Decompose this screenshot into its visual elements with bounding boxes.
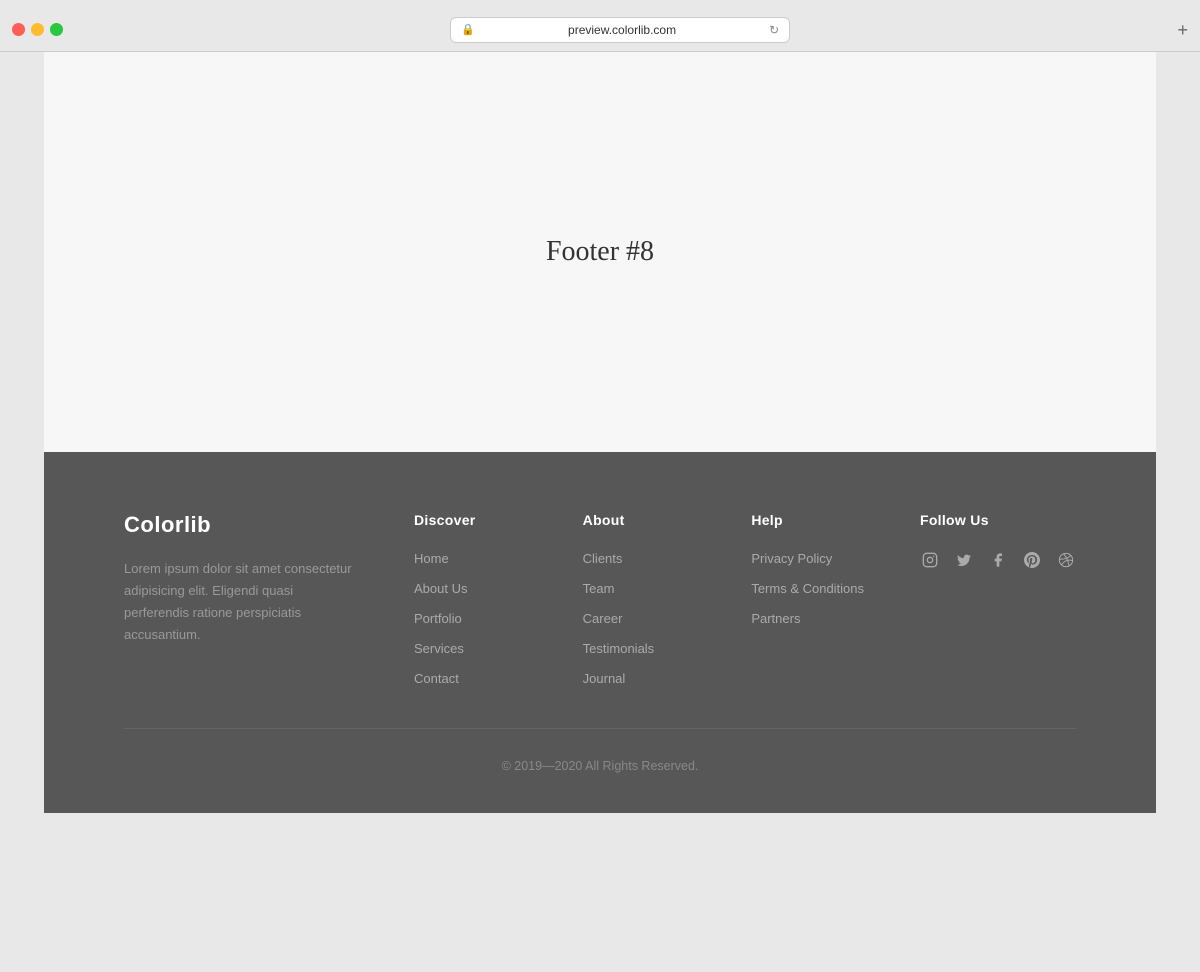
pinterest-icon[interactable] bbox=[1022, 550, 1042, 570]
link-home[interactable]: Home bbox=[414, 551, 449, 566]
list-item: Partners bbox=[751, 610, 871, 628]
dribbble-icon[interactable] bbox=[1056, 550, 1076, 570]
copyright-text: © 2019—2020 All Rights Reserved. bbox=[124, 759, 1076, 773]
traffic-lights bbox=[12, 23, 63, 36]
browser-chrome: 🔒 preview.colorlib.com ↻ + bbox=[0, 0, 1200, 52]
new-tab-button[interactable]: + bbox=[1177, 21, 1188, 39]
footer-col-help: Help Privacy Policy Terms & Conditions P… bbox=[751, 512, 871, 688]
instagram-icon[interactable] bbox=[920, 550, 940, 570]
list-item: Team bbox=[583, 580, 703, 598]
footer: Colorlib Lorem ipsum dolor sit amet cons… bbox=[44, 452, 1156, 813]
twitter-icon[interactable] bbox=[954, 550, 974, 570]
fullscreen-button[interactable] bbox=[50, 23, 63, 36]
page-main: Footer #8 bbox=[44, 52, 1156, 452]
link-clients[interactable]: Clients bbox=[583, 551, 623, 566]
about-title: About bbox=[583, 512, 703, 528]
link-services[interactable]: Services bbox=[414, 641, 464, 656]
brand-name: Colorlib bbox=[124, 512, 354, 538]
list-item: Privacy Policy bbox=[751, 550, 871, 568]
lock-icon: 🔒 bbox=[461, 23, 475, 36]
link-portfolio[interactable]: Portfolio bbox=[414, 611, 462, 626]
discover-links: Home About Us Portfolio Services Contact bbox=[414, 550, 534, 688]
browser-content: Footer #8 Colorlib Lorem ipsum dolor sit… bbox=[44, 52, 1156, 813]
footer-columns: Discover Home About Us Portfolio Service… bbox=[414, 512, 1076, 688]
list-item: Contact bbox=[414, 670, 534, 688]
list-item: Testimonials bbox=[583, 640, 703, 658]
follow-title: Follow Us bbox=[920, 512, 1076, 528]
list-item: Career bbox=[583, 610, 703, 628]
brand-description: Lorem ipsum dolor sit amet consectetur a… bbox=[124, 558, 354, 646]
help-links: Privacy Policy Terms & Conditions Partne… bbox=[751, 550, 871, 628]
list-item: Portfolio bbox=[414, 610, 534, 628]
link-partners[interactable]: Partners bbox=[751, 611, 800, 626]
link-testimonials[interactable]: Testimonials bbox=[583, 641, 655, 656]
list-item: About Us bbox=[414, 580, 534, 598]
list-item: Home bbox=[414, 550, 534, 568]
link-privacy-policy[interactable]: Privacy Policy bbox=[751, 551, 832, 566]
link-contact[interactable]: Contact bbox=[414, 671, 459, 686]
address-bar: 🔒 preview.colorlib.com ↻ bbox=[71, 17, 1169, 43]
link-about-us[interactable]: About Us bbox=[414, 581, 467, 596]
list-item: Clients bbox=[583, 550, 703, 568]
page-title: Footer #8 bbox=[546, 236, 654, 268]
refresh-icon[interactable]: ↻ bbox=[769, 23, 779, 37]
discover-title: Discover bbox=[414, 512, 534, 528]
social-icons bbox=[920, 550, 1076, 570]
link-terms-conditions[interactable]: Terms & Conditions bbox=[751, 581, 864, 596]
link-team[interactable]: Team bbox=[583, 581, 615, 596]
close-button[interactable] bbox=[12, 23, 25, 36]
facebook-icon[interactable] bbox=[988, 550, 1008, 570]
link-journal[interactable]: Journal bbox=[583, 671, 626, 686]
footer-col-discover: Discover Home About Us Portfolio Service… bbox=[414, 512, 534, 688]
list-item: Services bbox=[414, 640, 534, 658]
list-item: Terms & Conditions bbox=[751, 580, 871, 598]
footer-col-follow: Follow Us bbox=[920, 512, 1076, 688]
link-career[interactable]: Career bbox=[583, 611, 623, 626]
footer-col-about: About Clients Team Career Testimonials J… bbox=[583, 512, 703, 688]
minimize-button[interactable] bbox=[31, 23, 44, 36]
footer-bottom: © 2019—2020 All Rights Reserved. bbox=[124, 729, 1076, 773]
help-title: Help bbox=[751, 512, 871, 528]
list-item: Journal bbox=[583, 670, 703, 688]
footer-brand: Colorlib Lorem ipsum dolor sit amet cons… bbox=[124, 512, 354, 688]
url-bar[interactable]: 🔒 preview.colorlib.com ↻ bbox=[450, 17, 790, 43]
footer-top: Colorlib Lorem ipsum dolor sit amet cons… bbox=[124, 512, 1076, 729]
about-links: Clients Team Career Testimonials Journal bbox=[583, 550, 703, 688]
url-text: preview.colorlib.com bbox=[481, 23, 763, 37]
